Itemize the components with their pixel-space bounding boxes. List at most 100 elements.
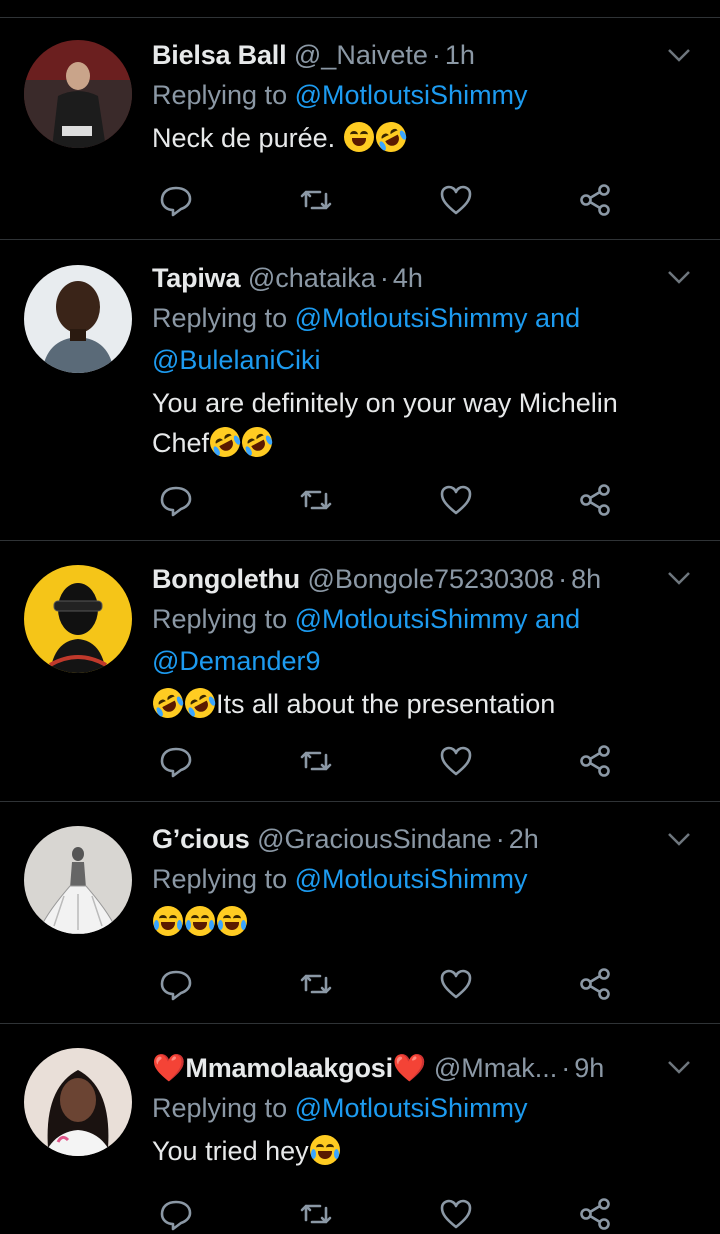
display-name[interactable]: Bielsa Ball	[152, 40, 287, 70]
like-button[interactable]	[436, 480, 476, 520]
replying-to-label: Replying to	[152, 80, 295, 110]
timestamp[interactable]: 2h	[509, 824, 539, 854]
share-button[interactable]	[576, 180, 616, 220]
face-with-tears-of-joy-icon	[309, 1135, 340, 1165]
tweet-text-line: You are definitely on your way Michelin	[152, 388, 618, 418]
loudly-crying-face-icon	[343, 122, 374, 152]
like-button[interactable]	[436, 741, 476, 781]
share-button[interactable]	[576, 1194, 616, 1234]
retweet-button[interactable]	[296, 1194, 336, 1234]
reply-button[interactable]	[156, 480, 196, 520]
face-with-tears-of-joy-icon	[153, 906, 183, 936]
avatar[interactable]	[24, 1048, 132, 1156]
replying-to: Replying to @MotloutsiShimmy	[152, 74, 700, 116]
comment-icon	[160, 747, 192, 778]
mention-link[interactable]: @BulelaniCiki	[152, 345, 320, 375]
tweet-text-line: Chef	[152, 421, 700, 463]
reply-button[interactable]	[156, 964, 196, 1004]
rolling-on-floor-laughing-icon	[204, 421, 246, 463]
tweet-actions	[152, 964, 632, 1004]
retweet-icon	[300, 190, 332, 210]
display-name[interactable]: G’cious	[152, 824, 250, 854]
rolling-on-floor-laughing-icon	[147, 682, 189, 724]
display-name[interactable]: Tapiwa	[152, 263, 241, 293]
retweet-button[interactable]	[296, 964, 336, 1004]
heart-icon	[440, 485, 472, 515]
like-button[interactable]	[436, 1194, 476, 1234]
avatar[interactable]	[24, 565, 132, 673]
chevron-down-icon[interactable]	[666, 46, 692, 64]
tweet-text: Its all about the presentation	[147, 682, 700, 724]
mention-link[interactable]: @MotloutsiShimmy	[295, 864, 528, 894]
chevron-down-icon[interactable]	[666, 1058, 692, 1076]
user-handle[interactable]: @chataika	[248, 263, 376, 293]
retweet-button[interactable]	[296, 480, 336, 520]
mention-link[interactable]: @Demander9	[152, 646, 321, 676]
tweet[interactable]: Bielsa Ball @_Naivete · 1h Replying to @Mo…	[0, 18, 720, 240]
tweet-actions	[152, 180, 632, 220]
reply-button[interactable]	[156, 741, 196, 781]
tweet-header: ❤️Mmamolaakgosi❤️ @Mmak... · 9h	[152, 1049, 700, 1087]
display-name[interactable]: ❤️Mmamolaakgosi❤️	[152, 1053, 427, 1083]
avatar[interactable]	[24, 265, 132, 373]
share-icon	[580, 745, 610, 777]
avatar[interactable]	[24, 40, 132, 148]
chevron-down-icon[interactable]	[666, 830, 692, 848]
tweet[interactable]: ❤️Mmamolaakgosi❤️ @Mmak... · 9h Replying t…	[0, 1024, 720, 1231]
timestamp[interactable]: 4h	[393, 263, 423, 293]
tweet-actions	[152, 1194, 632, 1234]
mention-link[interactable]: @MotloutsiShimmy and	[295, 604, 581, 634]
mention-link[interactable]: @MotloutsiShimmy and	[295, 303, 581, 333]
heart-icon	[440, 969, 472, 999]
user-handle[interactable]: @_Naivete	[294, 40, 428, 70]
comment-icon	[160, 486, 192, 517]
reply-button[interactable]	[156, 1194, 196, 1234]
tweet-text-content: Chef	[152, 428, 210, 458]
tweet[interactable]: Bongolethu @Bongole75230308 · 8h Replying …	[0, 541, 720, 802]
user-handle[interactable]: @Bongole75230308	[307, 564, 554, 594]
timestamp[interactable]: 9h	[574, 1053, 604, 1083]
separator-dot: ·	[561, 1053, 571, 1083]
timestamp[interactable]: 8h	[571, 564, 601, 594]
replying-to-label: Replying to	[152, 604, 295, 634]
like-button[interactable]	[436, 964, 476, 1004]
share-icon	[580, 968, 610, 1000]
chevron-down-icon[interactable]	[666, 569, 692, 587]
retweet-icon	[300, 974, 332, 994]
face-with-tears-of-joy-icon	[217, 906, 247, 936]
retweet-button[interactable]	[296, 741, 336, 781]
share-button[interactable]	[576, 741, 616, 781]
heart-icon	[440, 185, 472, 215]
avatar[interactable]	[24, 826, 132, 934]
mention-link[interactable]: @MotloutsiShimmy	[295, 1093, 528, 1123]
reply-feed: Bielsa Ball @_Naivete · 1h Replying to @Mo…	[0, 18, 720, 1231]
separator-dot: ·	[558, 564, 568, 594]
user-handle[interactable]: @Mmak...	[434, 1053, 557, 1083]
share-icon	[580, 484, 610, 516]
replying-to: Replying to @MotloutsiShimmy	[152, 1087, 700, 1129]
comment-icon	[160, 970, 192, 1001]
comment-icon	[160, 186, 192, 217]
tweet[interactable]: G’cious @GraciousSindane · 2h Replying to …	[0, 802, 720, 1024]
share-icon	[580, 184, 610, 216]
user-handle[interactable]: @GraciousSindane	[257, 824, 492, 854]
retweet-icon	[300, 1204, 332, 1224]
tweet-text-content: Its all about the presentation	[216, 689, 556, 719]
display-name[interactable]: Bongolethu	[152, 564, 300, 594]
tweet-header: Bongolethu @Bongole75230308 · 8h	[152, 560, 700, 598]
timestamp[interactable]: 1h	[445, 40, 475, 70]
share-button[interactable]	[576, 480, 616, 520]
reply-button[interactable]	[156, 180, 196, 220]
tweet-header: Tapiwa @chataika · 4h	[152, 259, 700, 297]
retweet-button[interactable]	[296, 180, 336, 220]
heart-icon	[440, 1199, 472, 1229]
mention-link[interactable]: @MotloutsiShimmy	[295, 80, 528, 110]
tweet-text: You tried hey	[152, 1131, 700, 1171]
share-button[interactable]	[576, 964, 616, 1004]
comment-icon	[160, 1200, 192, 1231]
face-with-tears-of-joy-icon	[185, 906, 215, 936]
like-button[interactable]	[436, 180, 476, 220]
tweet[interactable]: Tapiwa @chataika · 4h Replying to @Motlout…	[0, 240, 720, 541]
chevron-down-icon[interactable]	[666, 268, 692, 286]
tweet-text: You are definitely on your way Michelin …	[152, 383, 700, 463]
